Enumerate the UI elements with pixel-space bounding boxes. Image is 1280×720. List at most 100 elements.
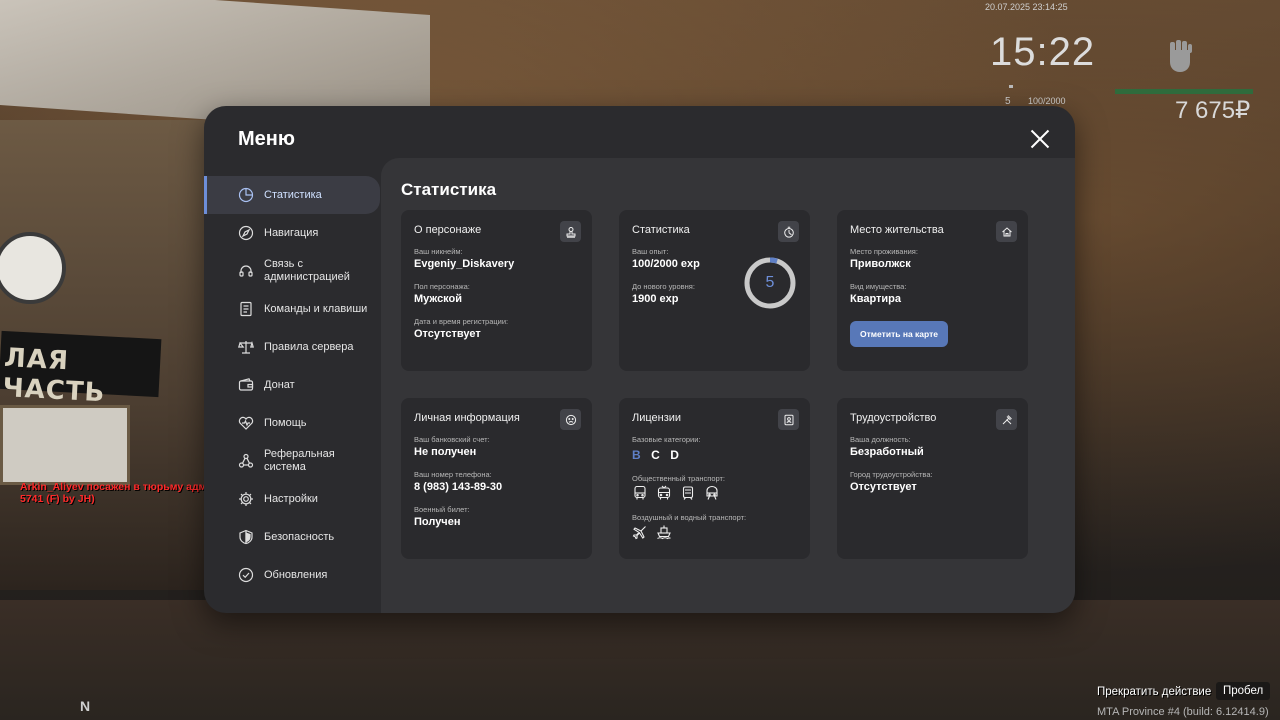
sidebar-item-label: Правила сервера <box>264 341 354 353</box>
sidebar-item-updates[interactable]: Обновления <box>204 556 380 594</box>
bus-icon <box>634 485 646 500</box>
sidebar-item-statistics[interactable]: Статистика <box>204 176 380 214</box>
residence-value: Приволжск <box>850 258 911 270</box>
pie-chart-icon <box>238 187 254 203</box>
field-label: Место проживания: <box>850 247 918 256</box>
card-title: Статистика <box>632 224 690 236</box>
card-title: Трудоустройство <box>850 412 937 424</box>
menu-title: Меню <box>238 128 295 150</box>
headset-icon <box>238 263 254 279</box>
residence-card: Место жительства Место проживания: Приво… <box>837 210 1028 371</box>
sidebar-item-label: Настройки <box>264 493 318 505</box>
sidebar-item-referral[interactable]: Реферальная система <box>204 442 380 480</box>
stats-card: Статистика Ваш опыт: 100/2000 exp До нов… <box>619 210 810 371</box>
stamp-icon <box>560 221 581 242</box>
content-panel: Статистика О персонаже Ваш никнейм: Evge… <box>381 158 1075 613</box>
background-poster <box>0 405 130 485</box>
level-number: 5 <box>765 274 775 291</box>
health-bar <box>1115 89 1253 94</box>
field-label: Пол персонажа: <box>414 282 470 291</box>
sidebar-item-help[interactable]: Помощь <box>204 404 380 442</box>
field-label: Общественный транспорт: <box>632 474 726 483</box>
job-value: Безработный <box>850 446 924 458</box>
network-icon <box>238 453 254 469</box>
id-card-icon <box>778 409 799 430</box>
field-label: Ваш номер телефона: <box>414 470 492 479</box>
stopwatch-icon <box>778 221 799 242</box>
boat-icon <box>657 525 671 540</box>
background-sign: ЛАЯ ЧАСТЬ <box>0 330 162 408</box>
sidebar-item-commands[interactable]: Команды и клавиши <box>204 290 380 328</box>
sidebar-item-label: Связь с администрацией <box>264 258 350 283</box>
license-category-c: C <box>651 448 660 462</box>
property-type-value: Квартира <box>850 293 902 305</box>
scales-icon <box>238 339 254 355</box>
tram-icon <box>682 486 694 500</box>
phone-value: 8 (983) 143-89-30 <box>414 481 503 493</box>
license-category-b: B <box>632 448 641 462</box>
field-label: Воздушный и водный транспорт: <box>632 513 747 522</box>
sidebar-item-label: Донат <box>264 379 295 391</box>
character-card: О персонаже Ваш никнейм: Evgeniy_Diskave… <box>401 210 592 371</box>
card-title: Лицензии <box>632 412 682 424</box>
card-title: Личная информация <box>414 412 520 424</box>
sidebar-item-label: Навигация <box>264 227 319 239</box>
gender-value: Мужской <box>414 293 463 305</box>
field-label: Военный билет: <box>414 505 470 514</box>
card-title: Место жительства <box>850 224 944 236</box>
sidebar-item-navigation[interactable]: Навигация <box>204 214 380 252</box>
sidebar-item-donate[interactable]: Донат <box>204 366 380 404</box>
face-icon <box>560 409 581 430</box>
field-label: Дата и время регистрации: <box>414 317 509 326</box>
trolleybus-icon <box>657 485 671 500</box>
hud-clock: 15:22 <box>990 30 1096 74</box>
sidebar-item-security[interactable]: Безопасность <box>204 518 380 556</box>
build-info: MTA Province #4 (build: 6.12414.9) <box>1097 706 1269 718</box>
field-label: Вид имущества: <box>850 282 907 291</box>
sidebar-item-admin-contact[interactable]: Связь с администрацией <box>204 252 380 290</box>
sidebar: Статистика Навигация Связь с администрац… <box>204 176 380 594</box>
field-label: Ваш никнейм: <box>414 247 463 256</box>
check-circle-icon <box>238 567 254 583</box>
sidebar-item-rules[interactable]: Правила сервера <box>204 328 380 366</box>
cancel-action-key[interactable]: Пробел <box>1216 682 1271 700</box>
nickname-value: Evgeniy_Diskavery <box>414 258 515 270</box>
close-button[interactable] <box>1030 129 1050 149</box>
sidebar-item-label: Реферальная система <box>264 448 335 473</box>
home-icon <box>996 221 1017 242</box>
licenses-card: Лицензии Базовые категории: B C D Общест… <box>619 398 810 559</box>
hud-datetime: 20.07.2025 23:14:25 <box>985 2 1068 12</box>
wallet-icon <box>238 377 254 393</box>
shield-icon <box>238 529 254 545</box>
mark-on-map-button[interactable]: Отметить на карте <box>850 321 948 347</box>
job-city-value: Отсутствует <box>850 481 917 493</box>
card-title: О персонаже <box>414 224 482 236</box>
field-label: Базовые категории: <box>632 435 701 444</box>
compass-icon <box>238 225 254 241</box>
sidebar-item-label: Обновления <box>264 569 328 581</box>
air-water-transport-icons <box>632 524 797 540</box>
field-label: Ваша должность: <box>850 435 911 444</box>
public-transport-icons <box>632 485 797 501</box>
sidebar-item-label: Команды и клавиши <box>264 303 368 315</box>
hud-exp: 100/2000 <box>1028 96 1066 106</box>
metro-icon <box>706 486 718 500</box>
tools-icon <box>996 409 1017 430</box>
sidebar-item-label: Безопасность <box>264 531 335 543</box>
document-icon <box>238 301 254 317</box>
gear-icon <box>238 491 254 507</box>
hud-money: 7 675₽ <box>1175 97 1251 124</box>
military-id-value: Получен <box>414 516 461 528</box>
footer-n-label: N <box>80 698 91 714</box>
field-label: Город трудоустройства: <box>850 470 933 479</box>
license-category-d: D <box>670 448 679 462</box>
fist-icon <box>1170 40 1192 72</box>
license-categories: B C D <box>632 446 797 464</box>
registration-value: Отсутствует <box>414 328 481 340</box>
bank-account-value: Не получен <box>414 446 477 458</box>
employment-card: Трудоустройство Ваша должность: Безработ… <box>837 398 1028 559</box>
plane-icon <box>632 526 646 540</box>
sidebar-item-settings[interactable]: Настройки <box>204 480 380 518</box>
sidebar-item-label: Статистика <box>264 189 322 201</box>
background-floor <box>0 600 1280 720</box>
